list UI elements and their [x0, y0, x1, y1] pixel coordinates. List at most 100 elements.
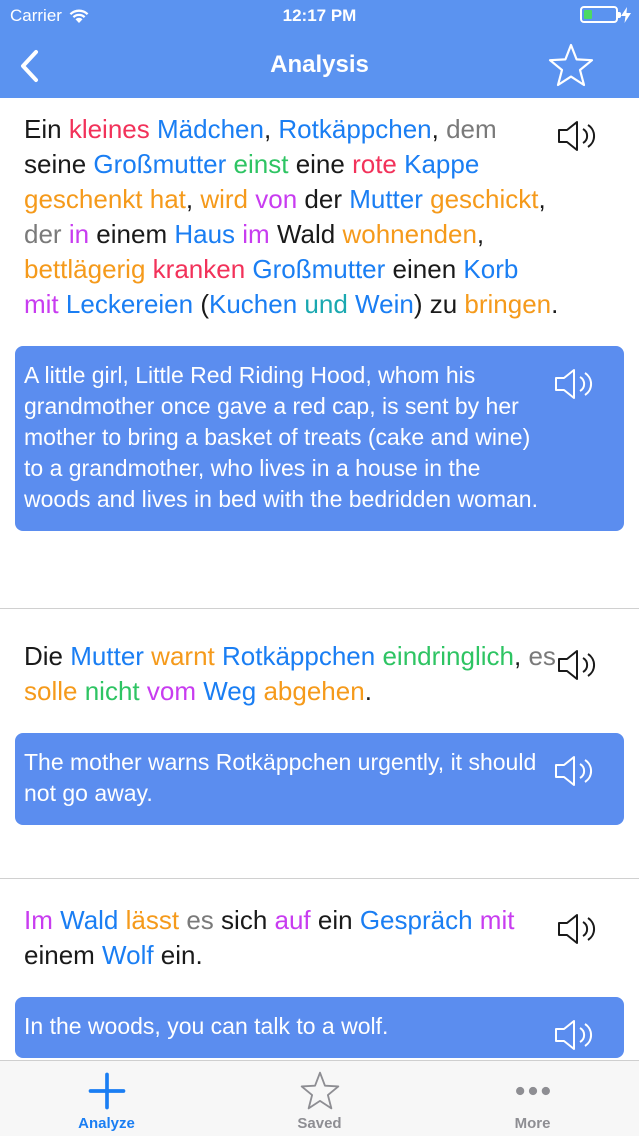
translation-card: A little girl, Little Red Riding Hood, w… [15, 346, 624, 531]
word-token[interactable]: Mädchen [157, 114, 264, 144]
word-token[interactable]: lässt [126, 905, 179, 935]
word-token[interactable]: einem [24, 940, 102, 970]
word-token[interactable]: abgehen [263, 676, 364, 706]
sentence-text: Die Mutter warnt Rotkäppchen eindringlic… [0, 609, 639, 709]
word-token[interactable]: auf [275, 905, 311, 935]
word-token[interactable]: Kuchen [209, 289, 297, 319]
page-title: Analysis [270, 51, 369, 78]
word-token[interactable] [59, 289, 66, 319]
word-token[interactable]: geschickt [430, 184, 538, 214]
word-token[interactable]: , [477, 219, 484, 249]
word-token[interactable]: geschenkt hat [24, 184, 186, 214]
word-token[interactable]: Großmutter [252, 254, 385, 284]
word-token[interactable]: Mutter [349, 184, 423, 214]
play-translation-button[interactable] [552, 366, 600, 402]
word-token[interactable]: ein. [154, 940, 203, 970]
play-sentence-button[interactable] [555, 647, 603, 683]
word-token[interactable]: rote [352, 149, 397, 179]
word-token[interactable]: . [551, 289, 558, 319]
word-token[interactable]: , [432, 114, 446, 144]
word-token[interactable]: bettlägerig [24, 254, 145, 284]
word-token[interactable]: im [242, 219, 269, 249]
word-token[interactable]: Rotkäppchen [278, 114, 431, 144]
word-token[interactable]: nicht [85, 676, 140, 706]
nav-bar: Analysis [0, 32, 639, 98]
word-token[interactable]: Kappe [404, 149, 479, 179]
word-token[interactable] [118, 905, 125, 935]
word-token[interactable] [215, 641, 222, 671]
word-token[interactable] [145, 254, 152, 284]
word-token[interactable]: solle [24, 676, 77, 706]
word-token[interactable]: Ein [24, 114, 69, 144]
word-token[interactable] [150, 114, 157, 144]
word-token[interactable]: von [255, 184, 297, 214]
word-token[interactable]: wohnenden [342, 219, 476, 249]
word-token[interactable]: einen [385, 254, 463, 284]
word-token[interactable]: Leckereien [66, 289, 193, 319]
word-token[interactable]: Rotkäppchen [222, 641, 375, 671]
speaker-icon [555, 1020, 592, 1050]
word-token[interactable]: Mutter [70, 641, 144, 671]
tab-more[interactable]: More [426, 1061, 639, 1136]
play-translation-button[interactable] [552, 1017, 600, 1053]
word-token[interactable]: der [24, 219, 62, 249]
word-token[interactable]: und [304, 289, 347, 319]
speaker-icon [555, 756, 592, 786]
word-token[interactable]: dem [446, 114, 497, 144]
word-token[interactable]: bringen [464, 289, 551, 319]
word-token[interactable] [140, 676, 147, 706]
word-token[interactable] [62, 219, 69, 249]
play-sentence-button[interactable] [555, 118, 603, 154]
word-token[interactable]: mit [24, 289, 59, 319]
word-token[interactable]: Großmutter [93, 149, 226, 179]
word-token[interactable]: ) zu [414, 289, 465, 319]
word-token[interactable] [473, 905, 480, 935]
word-token[interactable]: Haus [174, 219, 235, 249]
speaker-icon [558, 650, 595, 680]
word-token[interactable]: seine [24, 149, 93, 179]
word-token[interactable]: der [297, 184, 349, 214]
word-token[interactable]: eindringlich [382, 641, 514, 671]
word-token[interactable]: in [69, 219, 89, 249]
word-token[interactable]: , [539, 184, 546, 214]
favorite-button[interactable] [547, 42, 595, 88]
word-token[interactable]: Korb [463, 254, 518, 284]
word-token[interactable]: Die [24, 641, 70, 671]
word-token[interactable]: ( [193, 289, 209, 319]
word-token[interactable]: , [186, 184, 200, 214]
analysis-content[interactable]: Ein kleines Mädchen, Rotkäppchen, dem se… [0, 98, 639, 1060]
word-token[interactable]: Weg [203, 676, 256, 706]
word-token[interactable]: , [264, 114, 278, 144]
speaker-icon [558, 914, 595, 944]
word-token[interactable]: Im [24, 905, 53, 935]
play-translation-button[interactable] [552, 753, 600, 789]
tab-saved[interactable]: Saved [213, 1061, 426, 1136]
play-sentence-button[interactable] [555, 911, 603, 947]
word-token[interactable]: Wald [60, 905, 118, 935]
word-token[interactable]: wird [200, 184, 248, 214]
word-token[interactable] [226, 149, 233, 179]
word-token[interactable]: Gespräch [360, 905, 473, 935]
word-token[interactable]: vom [147, 676, 196, 706]
word-token[interactable]: eine [288, 149, 352, 179]
word-token[interactable]: mit [480, 905, 515, 935]
word-token[interactable]: einem [89, 219, 174, 249]
word-token[interactable]: . [365, 676, 372, 706]
word-token[interactable]: , [514, 641, 528, 671]
word-token[interactable]: warnt [151, 641, 215, 671]
word-token[interactable]: es [186, 905, 213, 935]
word-token[interactable] [348, 289, 355, 319]
word-token[interactable]: sich [214, 905, 275, 935]
word-token[interactable] [77, 676, 84, 706]
word-token[interactable]: Wolf [102, 940, 154, 970]
word-token[interactable] [270, 219, 277, 249]
word-token[interactable]: kleines [69, 114, 150, 144]
word-token[interactable]: ein [311, 905, 360, 935]
tab-analyze[interactable]: Analyze [0, 1061, 213, 1136]
word-token[interactable]: Wein [355, 289, 414, 319]
word-token[interactable]: kranken [153, 254, 246, 284]
tab-bar: Analyze Saved More [0, 1060, 639, 1136]
word-token[interactable]: es [528, 641, 555, 671]
word-token[interactable]: Wald [277, 219, 335, 249]
word-token[interactable]: einst [234, 149, 289, 179]
